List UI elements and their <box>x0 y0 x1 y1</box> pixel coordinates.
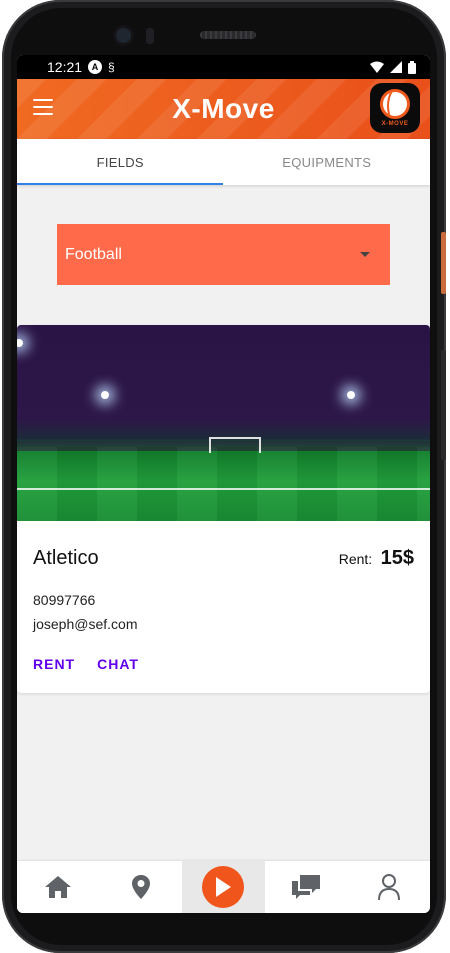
tab-equipments[interactable]: EQUIPMENTS <box>224 139 431 185</box>
tab-fields[interactable]: FIELDS <box>17 139 224 185</box>
hamburger-icon <box>33 99 53 101</box>
sport-select[interactable]: Football <box>57 224 390 285</box>
tab-bar: FIELDS EQUIPMENTS <box>17 139 430 185</box>
app-logo: X-MOVE <box>370 83 420 133</box>
android-notification-icon: A <box>88 60 103 74</box>
logo-text: X-MOVE <box>381 121 409 127</box>
sync-notification-icon: § <box>108 60 115 74</box>
status-bar: 12:21 A § <box>17 55 430 79</box>
nav-messages[interactable] <box>265 861 348 913</box>
nav-home[interactable] <box>17 861 100 913</box>
nav-profile[interactable] <box>347 861 430 913</box>
rent-label: Rent: <box>338 551 373 567</box>
play-button <box>202 866 245 908</box>
chat-button[interactable]: CHAT <box>97 656 139 672</box>
caret-down-icon <box>360 252 370 257</box>
play-icon <box>216 877 232 897</box>
bottom-nav <box>17 861 430 913</box>
earpiece-speaker <box>200 31 256 39</box>
tab-indicator <box>17 183 223 185</box>
rent-value: 15$ <box>380 547 414 569</box>
profile-icon <box>377 874 400 901</box>
status-time: 12:21 <box>47 59 83 75</box>
field-phone: 80997766 <box>33 592 96 608</box>
field-email: joseph@sef.com <box>33 616 138 632</box>
chat-icon <box>292 875 321 899</box>
signal-icon <box>390 61 402 73</box>
home-icon <box>45 876 72 898</box>
power-button <box>441 232 446 294</box>
volume-button <box>441 350 446 460</box>
nav-play[interactable] <box>182 861 265 913</box>
front-camera <box>116 28 131 43</box>
battery-icon <box>408 60 416 74</box>
field-image <box>17 325 430 521</box>
field-name: Atletico <box>33 547 99 569</box>
volleyball-icon <box>380 89 410 119</box>
nav-location[interactable] <box>100 861 183 913</box>
rent-button[interactable]: RENT <box>33 656 75 672</box>
location-pin-icon <box>131 875 150 899</box>
app-bar: X-Move X-MOVE <box>17 79 430 139</box>
sport-select-value: Football <box>65 245 122 263</box>
wifi-icon <box>370 61 384 73</box>
menu-button[interactable] <box>33 99 53 115</box>
sensor <box>146 28 154 44</box>
screen: 12:21 A § X-Move X-MOVE FIELDS EQUIPMENT… <box>17 55 430 913</box>
app-title: X-Move <box>172 93 275 124</box>
field-card: Atletico Rent: 15$ 80997766 joseph@sef.c… <box>17 325 430 693</box>
